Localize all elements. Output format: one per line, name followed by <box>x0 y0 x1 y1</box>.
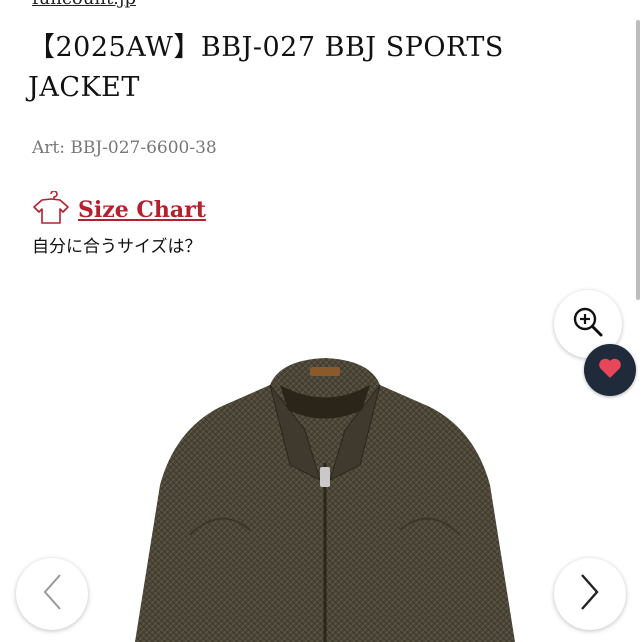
product-image-jacket <box>135 358 515 642</box>
next-image-button[interactable] <box>554 558 626 630</box>
shirt-hanger-icon <box>32 190 70 229</box>
size-question-text: 自分に合うサイズは？ <box>32 237 202 257</box>
product-title: 【2025AW】BBJ-027 BBJ SPORTS JACKET <box>28 32 504 103</box>
page-scrollbar[interactable] <box>636 20 640 300</box>
size-chart-link[interactable]: Size Chart <box>78 197 206 223</box>
favorite-button[interactable] <box>584 344 636 396</box>
size-chart-row[interactable]: Size Chart <box>32 190 206 230</box>
breadcrumb-link[interactable]: funcount.jp <box>32 0 136 9</box>
article-number: Art: BBJ-027-6600-38 <box>32 138 217 158</box>
zoom-in-icon <box>571 305 605 343</box>
chevron-left-icon <box>40 572 64 616</box>
chevron-right-icon <box>578 572 602 616</box>
heart-icon <box>598 357 622 383</box>
previous-image-button[interactable] <box>16 558 88 630</box>
